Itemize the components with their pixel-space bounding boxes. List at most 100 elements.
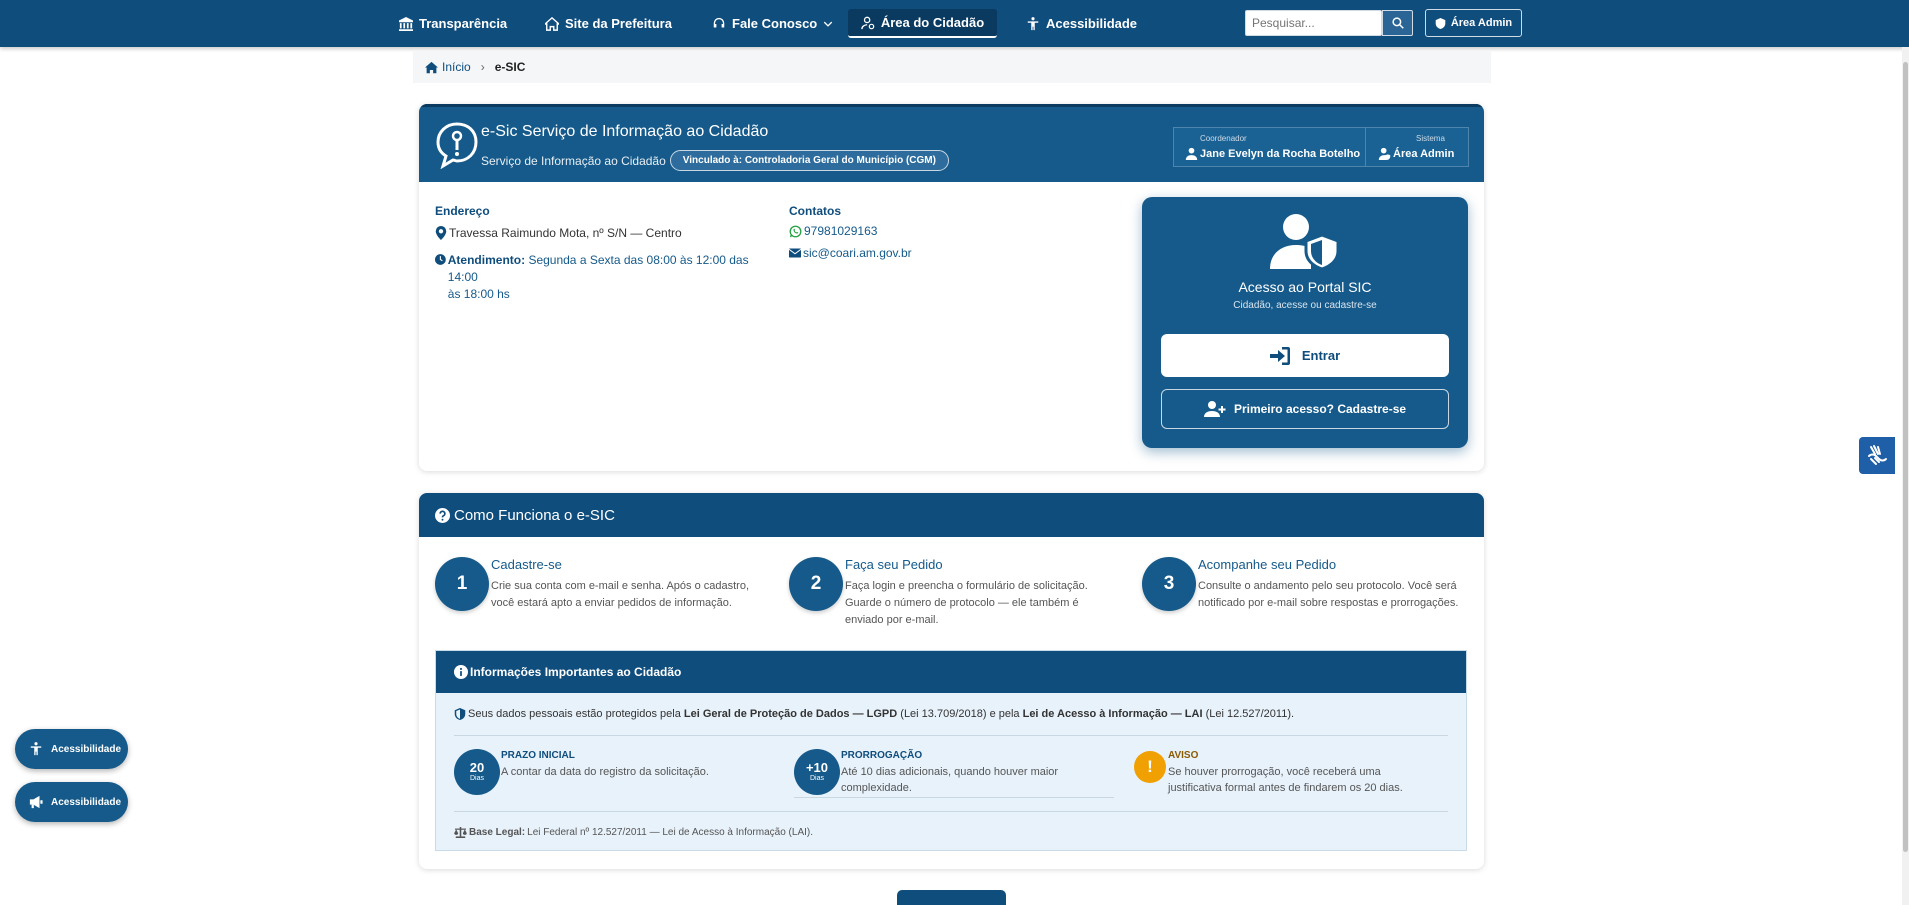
accessibility-button[interactable]: Acessibilidade [15, 729, 128, 769]
coordinator-name-text: Jane Evelyn da Rocha Botelho [1200, 147, 1361, 160]
warning-title: AVISO [1168, 750, 1199, 761]
email-line[interactable]: sic@coari.am.gov.br [789, 246, 912, 260]
nav-label: Acessibilidade [1046, 16, 1138, 31]
step-number: 3 [1142, 557, 1196, 611]
nav-fale-conosco[interactable]: Fale Conosco [702, 9, 843, 38]
top-navigation: Transparência Site da Prefeitura Fale Co… [0, 0, 1909, 47]
portal-title: Acesso ao Portal SIC [1238, 279, 1372, 295]
important-info-panel: Informações Importantes ao Cidadão Seus … [435, 650, 1467, 851]
breadcrumb: Início › e-SIC [413, 51, 1491, 83]
breadcrumb-home[interactable]: Início [425, 60, 471, 74]
contacts-heading: Contatos [789, 204, 841, 218]
user-shield-icon [1378, 147, 1391, 160]
nav-label: Fale Conosco [732, 16, 818, 31]
search-icon [1391, 17, 1404, 29]
step-title: Cadastre-se [491, 557, 562, 572]
hours-text-2: às 18:00 hs [447, 287, 510, 301]
chevron-down-icon [824, 21, 833, 27]
lgpd-text: Seus dados pessoais estão protegidos pel… [468, 708, 1294, 720]
system-name-text: Área Admin [1393, 147, 1455, 160]
portal-access-panel: Acesso ao Portal SIC Cidadão, acesse ou … [1142, 197, 1468, 448]
exclamation-icon: ! [1134, 751, 1166, 783]
phone-link[interactable]: 97981029163 [804, 224, 877, 238]
step-description: Consulte o andamento pelo seu protocolo.… [1198, 580, 1459, 609]
important-info-title: Informações Importantes ao Cidadão [470, 665, 682, 679]
register-button[interactable]: Primeiro acesso? Cadastre-se [1161, 389, 1449, 429]
legal-basis: Base Legal: Lei Federal nº 12.527/2011 —… [454, 827, 813, 838]
extension-badge: +10 Dias [794, 749, 840, 795]
system-name: Área Admin [1378, 147, 1454, 160]
institution-icon [399, 16, 413, 31]
accessibility-audio-button[interactable]: Acessibilidade [15, 782, 128, 822]
search-input[interactable] [1245, 10, 1382, 36]
page-subtitle: Serviço de Informação ao Cidadão Vincula… [481, 150, 949, 171]
extension-number: +10 [805, 760, 829, 775]
nav-acessibilidade[interactable]: Acessibilidade [1016, 9, 1147, 38]
address-line: Travessa Raimundo Mota, nº S/N — Centro [435, 226, 682, 240]
divider [794, 797, 1114, 798]
coordinator-label: Coordenador [1200, 134, 1247, 143]
map-pin-icon [435, 226, 447, 240]
step-number: 1 [435, 557, 489, 611]
user-shield-icon [1270, 214, 1340, 269]
accessibility-icon [30, 742, 42, 756]
sign-in-icon [1269, 346, 1290, 365]
step-title: Faça seu Pedido [845, 557, 943, 572]
vlibras-button[interactable] [1859, 437, 1895, 474]
lgpd-law: Lei Geral de Proteção de Dados — LGPD [683, 708, 898, 720]
portal-subtitle: Cidadão, acesse ou cadastre-se [1233, 300, 1377, 311]
address-heading: Endereço [435, 204, 490, 218]
how-it-works-title: Como Funciona o e-SIC [454, 506, 615, 524]
user-plus-icon [1203, 401, 1226, 417]
email-link[interactable]: sic@coari.am.gov.br [803, 246, 912, 260]
extension-description: Até 10 dias adicionais, quando houver ma… [841, 766, 1059, 794]
user-icon [1185, 147, 1198, 160]
hours-label: Atendimento: [447, 253, 526, 267]
system-box[interactable]: Sistema Área Admin [1365, 127, 1469, 167]
scale-icon [454, 827, 467, 838]
search-button[interactable] [1382, 10, 1413, 36]
linked-org-badge: Vinculado à: Controladoria Geral do Muni… [669, 150, 949, 171]
step-number: 2 [789, 557, 843, 611]
system-label: Sistema [1416, 134, 1445, 143]
divider [454, 811, 1448, 812]
user-gear-icon [861, 16, 875, 29]
how-it-works-header: Como Funciona o e-SIC [419, 493, 1484, 537]
whatsapp-icon [789, 225, 802, 237]
lgpd-mid: (Lei 13.709/2018) e pela [897, 708, 1023, 720]
esic-info-card: e-Sic Serviço de Informação ao Cidadão S… [419, 104, 1484, 471]
extension-title: PRORROGAÇÃO [841, 750, 923, 761]
login-button[interactable]: Entrar [1161, 334, 1449, 377]
phone-line[interactable]: 97981029163 [789, 224, 877, 238]
lgpd-notice: Seus dados pessoais estão protegidos pel… [454, 708, 1294, 720]
headset-icon [713, 17, 725, 27]
info-bubble-icon [436, 122, 478, 169]
warning-description: Se houver prorrogação, você receberá uma… [1168, 766, 1403, 794]
deadline-description: A contar da data do registro da solicita… [501, 766, 709, 778]
nav-label: Transparência [419, 16, 508, 31]
breadcrumb-separator: › [480, 60, 485, 74]
accessibility-label: Acessibilidade [51, 796, 122, 808]
envelope-icon [789, 248, 801, 258]
sign-language-icon [1868, 444, 1887, 465]
page-title: e-Sic Serviço de Informação ao Cidadão [481, 123, 769, 140]
legal-basis-label: Base Legal: [469, 827, 526, 838]
legal-basis-text: Lei Federal nº 12.527/2011 — Lei de Aces… [527, 827, 813, 838]
home-icon [425, 61, 438, 73]
nav-site-prefeitura[interactable]: Site da Prefeitura [535, 9, 682, 38]
nav-area-cidadao[interactable]: Área do Cidadão [848, 9, 997, 38]
info-circle-icon [454, 665, 468, 679]
scrollbar-thumb[interactable] [1903, 62, 1908, 852]
nav-transparencia[interactable]: Transparência [389, 9, 517, 38]
question-circle-icon [435, 507, 450, 523]
shield-icon [1435, 17, 1446, 29]
shield-half-icon [454, 708, 466, 720]
deadline-number: 20 [469, 760, 485, 775]
back-button[interactable] [897, 890, 1006, 905]
admin-area-button[interactable]: Área Admin [1425, 9, 1522, 37]
nav-label: Área do Cidadão [880, 15, 985, 30]
megaphone-icon [29, 795, 43, 809]
accessibility-icon [1027, 16, 1039, 30]
home-icon [545, 16, 559, 31]
step-description: Faça login e preencha o formulário de so… [845, 580, 1088, 626]
